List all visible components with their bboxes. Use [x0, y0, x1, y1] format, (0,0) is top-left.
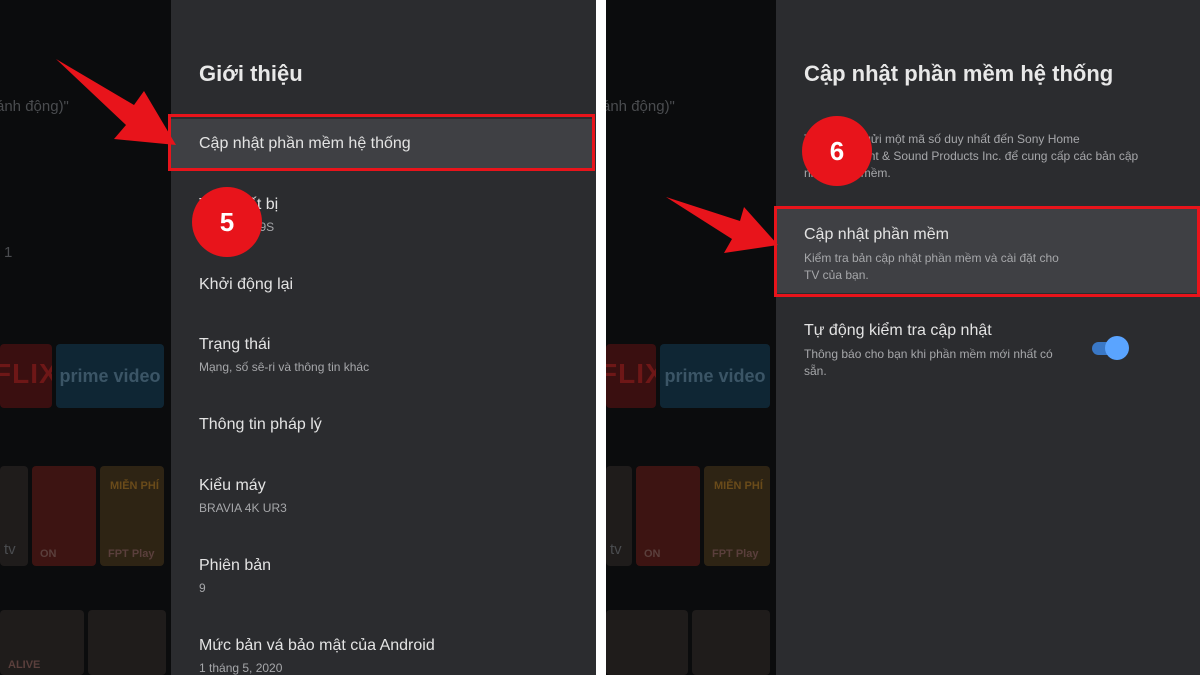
- menu-item-value: 1 tháng 5, 2020: [199, 661, 283, 675]
- thumbnail-title: ALIVE: [8, 659, 41, 671]
- step-badge: 5: [192, 187, 262, 257]
- content-thumbnail[interactable]: [606, 610, 688, 675]
- background-text: ánh động)": [606, 98, 675, 115]
- page-title: Giới thiệu: [199, 61, 303, 86]
- fpt-play-logo: FPT Play: [108, 548, 155, 560]
- menu-item-label: Khởi động lại: [199, 276, 294, 293]
- prime-video-logo: prime video: [59, 366, 161, 386]
- thumbnail-title: MIỄN PHÍ: [110, 480, 159, 492]
- settings-panel: Giới thiệu Cập nhật phần mềm hệ thống Tê…: [171, 0, 596, 675]
- menu-item-label: Trạng thái: [199, 336, 271, 353]
- option-description: Thông báo cho bạn khi phần mềm mới nhất …: [804, 347, 1053, 378]
- menu-item-label: Mức bản vá bảo mật của Android: [199, 637, 435, 654]
- content-thumbnail[interactable]: [692, 610, 770, 675]
- netflix-tile[interactable]: FLIX: [0, 344, 52, 408]
- prime-video-tile[interactable]: prime video: [660, 344, 770, 408]
- menu-item-label: Phiên bản: [199, 557, 272, 574]
- screenshot-left: ánh động)" 1 FLIX prime video ON MIỄN PH…: [0, 0, 596, 675]
- page-title: Cập nhật phần mềm hệ thống: [804, 61, 1114, 86]
- on-logo: ON: [644, 548, 661, 560]
- netflix-logo: FLIX: [606, 358, 656, 389]
- content-thumbnail[interactable]: MIỄN PHÍ FPT Play: [704, 466, 770, 566]
- content-thumbnail[interactable]: ON: [636, 466, 700, 566]
- prime-video-tile[interactable]: prime video: [56, 344, 164, 408]
- highlight-box: [168, 114, 595, 171]
- menu-item-value: BRAVIA 4K UR3: [199, 501, 287, 515]
- content-thumbnail[interactable]: MIỄN PHÍ FPT Play: [100, 466, 164, 566]
- background-text-tv: tv: [610, 541, 622, 558]
- divider: [596, 0, 606, 675]
- menu-item-value: Mạng, số sê-ri và thông tin khác: [199, 360, 370, 374]
- settings-panel: Cập nhật phần mềm hệ thống Tivi này sẽ g…: [776, 0, 1200, 675]
- netflix-logo: FLIX: [0, 358, 52, 389]
- netflix-tile[interactable]: FLIX: [606, 344, 656, 408]
- content-thumbnail[interactable]: ALIVE: [0, 610, 84, 675]
- content-thumbnail[interactable]: [88, 610, 166, 675]
- pointer-arrow-icon: [666, 197, 778, 253]
- menu-item-label: Thông tin pháp lý: [199, 416, 322, 433]
- background-text-number: 1: [4, 244, 13, 261]
- on-logo: ON: [40, 548, 57, 560]
- step-badge: 6: [802, 116, 872, 186]
- prime-video-logo: prime video: [664, 366, 766, 386]
- screenshot-right: ánh động)" FLIX prime video ON MIỄN PHÍ …: [606, 0, 1200, 675]
- pointer-arrow-icon: [56, 59, 176, 145]
- highlight-box: [774, 206, 1200, 297]
- thumbnail-title: MIỄN PHÍ: [714, 480, 763, 492]
- menu-item-value: 9: [199, 581, 206, 595]
- menu-item-label: Kiểu máy: [199, 477, 266, 494]
- fpt-play-logo: FPT Play: [712, 548, 759, 560]
- auto-update-toggle[interactable]: [1092, 336, 1129, 360]
- background-text-tv: tv: [4, 541, 16, 558]
- option-label: Tự động kiểm tra cập nhật: [804, 322, 992, 339]
- content-thumbnail[interactable]: ON: [32, 466, 96, 566]
- toggle-knob: [1105, 336, 1129, 360]
